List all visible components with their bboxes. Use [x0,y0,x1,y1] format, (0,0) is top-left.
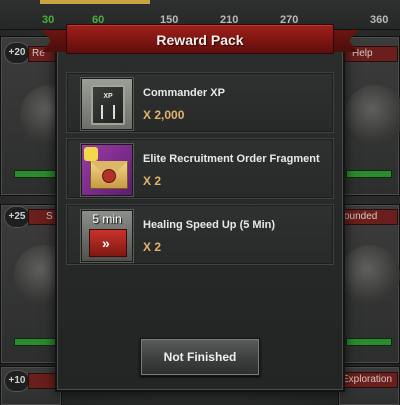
reward-item-quantity: X 2 [143,174,162,188]
bg-progress-bar [346,338,392,346]
puzzle-piece-icon [84,147,98,161]
healing-speedup-icon: 5 min » [81,210,133,262]
reward-item-name: Commander XP [143,87,225,99]
bg-emblem-icon [345,85,400,145]
bg-progress-bar [346,170,392,178]
bg-progress-bar [14,338,56,346]
bg-card-label: ounded [344,211,378,222]
progress-tick: 360 [370,14,389,26]
bg-card-tab [28,373,58,389]
dialog-title: Reward Pack [156,32,244,48]
reward-item-list: XP Commander XP X 2,000 Elite Recruitmen… [66,72,334,270]
bg-progress-bar [14,170,56,178]
progress-tick: 30 [42,14,55,26]
bg-card-label: S [46,211,53,222]
reward-item-name: Healing Speed Up (5 Min) [143,219,276,231]
reward-item: 5 min » Healing Speed Up (5 Min) X 2 [66,204,334,265]
elite-recruitment-fragment-icon [81,144,133,196]
bg-card-label: Re [32,48,45,59]
reward-item-quantity: X 2 [143,240,162,254]
bg-card-label: Exploration [342,374,393,385]
progress-fill [40,0,150,4]
bg-card-tab [28,209,58,225]
bg-card-badge: +20 [4,42,30,64]
reward-item: Elite Recruitment Order Fragment X 2 [66,138,334,199]
bg-card-badge: +10 [4,370,30,392]
reward-item: XP Commander XP X 2,000 [66,72,334,133]
reward-item-quantity: X 2,000 [143,108,185,122]
not-finished-button[interactable]: Not Finished [140,338,260,376]
dialog-title-banner: Reward Pack [66,24,334,54]
reward-item-name: Elite Recruitment Order Fragment [143,153,320,165]
commander-xp-book-icon: XP [81,78,133,130]
bg-emblem-icon [340,245,400,305]
bg-card-badge: +25 [4,206,30,228]
